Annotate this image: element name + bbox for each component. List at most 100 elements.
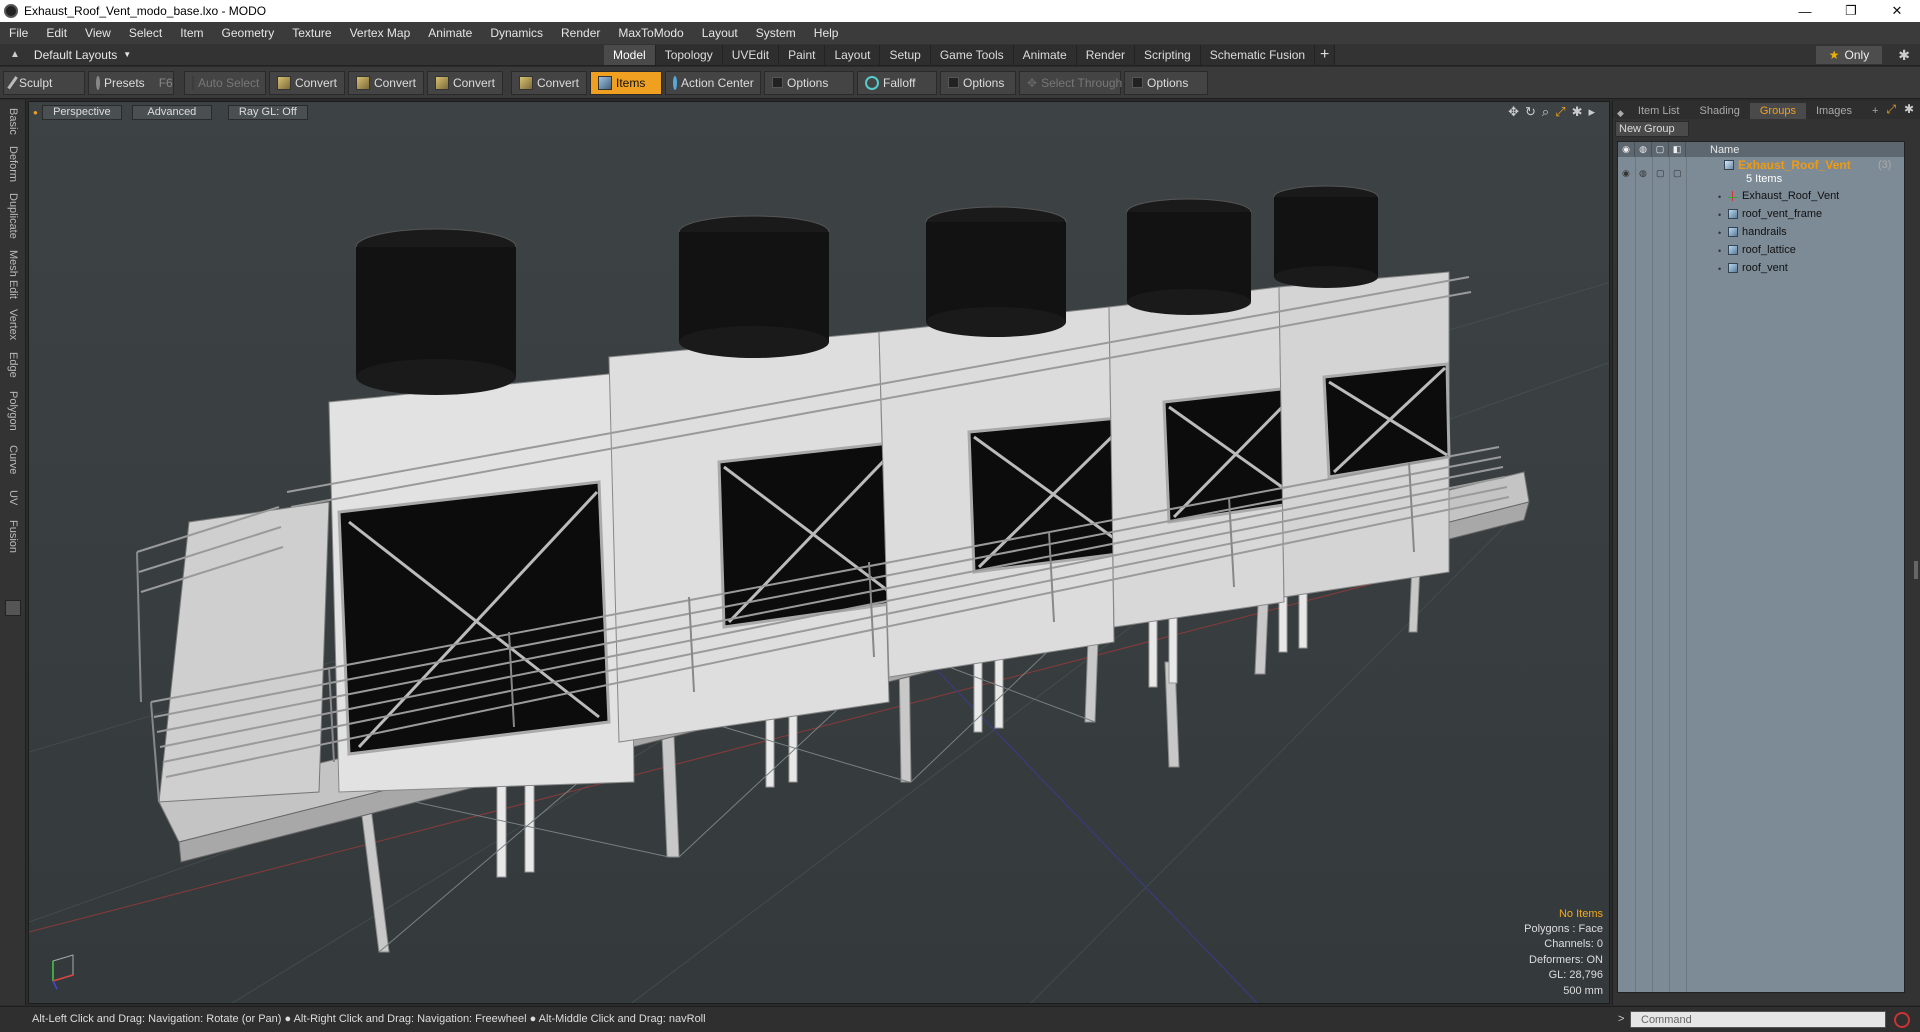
move-view-icon[interactable]: ✥ (1508, 104, 1519, 120)
auto-select-button[interactable]: Auto Select (184, 70, 266, 95)
menu-select[interactable]: Select (120, 26, 171, 40)
viewport-settings-icon[interactable]: ✱ (1572, 104, 1583, 120)
action-center-options-button[interactable]: Options (764, 70, 854, 95)
only-button[interactable]: ★ Only (1816, 46, 1882, 64)
visibility-column-icon[interactable]: ◉ (1618, 142, 1635, 157)
viewport-3d[interactable]: ● Perspective Advanced Ray GL: Off ✥ ↻ ⌕… (28, 101, 1610, 1004)
vtab-mesh-edit[interactable]: Mesh Edit (4, 246, 22, 302)
tab-schematic-fusion[interactable]: Schematic Fusion (1200, 45, 1316, 65)
command-input[interactable]: Command (1630, 1011, 1886, 1028)
advanced-shading-button[interactable]: Advanced (131, 104, 212, 120)
group-lock-icon[interactable]: ▢ (1656, 168, 1665, 179)
menu-vertex-map[interactable]: Vertex Map (341, 26, 420, 40)
layout-collapse-icon[interactable]: ▲ (10, 49, 20, 60)
close-button[interactable]: ✕ (1874, 0, 1920, 22)
convert-edges-button[interactable]: Convert (348, 70, 424, 95)
add-panel-tab-button[interactable]: + (1862, 103, 1888, 119)
tab-uvedit[interactable]: UVEdit (722, 45, 780, 65)
menu-dynamics[interactable]: Dynamics (481, 26, 552, 40)
raygl-button[interactable]: Ray GL: Off (227, 104, 308, 120)
sculpt-button[interactable]: Sculpt (3, 70, 85, 95)
lock-column-icon[interactable]: ▢ (1652, 142, 1669, 157)
vtab-duplicate[interactable]: Duplicate (4, 190, 22, 242)
minimize-button[interactable]: — (1782, 0, 1828, 22)
name-column-header[interactable]: Name (1686, 144, 1739, 156)
view-mode-button[interactable]: Perspective (41, 104, 122, 120)
menu-layout[interactable]: Layout (693, 26, 747, 40)
maximize-button[interactable]: ❐ (1828, 0, 1874, 22)
tab-render[interactable]: Render (1076, 45, 1136, 65)
convert-vertices-button[interactable]: Convert (269, 70, 345, 95)
menu-animate[interactable]: Animate (419, 26, 481, 40)
group-child-row[interactable]: roof_vent (1728, 262, 1788, 274)
rotate-view-icon[interactable]: ↻ (1525, 104, 1536, 120)
group-select-icon[interactable]: ▢ (1673, 168, 1682, 179)
tab-setup[interactable]: Setup (880, 45, 931, 65)
group-child-row[interactable]: roof_vent_frame (1728, 208, 1822, 220)
group-child-row[interactable]: handrails (1728, 226, 1787, 238)
falloff-options-button[interactable]: Options (940, 70, 1016, 95)
tab-topology[interactable]: Topology (655, 45, 723, 65)
tab-game-tools[interactable]: Game Tools (930, 45, 1014, 65)
vtab-deform[interactable]: Deform (4, 142, 22, 186)
tab-animate[interactable]: Animate (1013, 45, 1077, 65)
tab-shading[interactable]: Shading (1690, 103, 1750, 119)
viewport-menu-icon[interactable]: ● (33, 108, 38, 117)
panel-expand-icon[interactable]: ⤢ (1886, 102, 1896, 117)
menu-geometry[interactable]: Geometry (213, 26, 284, 40)
group-visibility-icon[interactable]: ◉ (1622, 168, 1630, 179)
layout-selector[interactable]: Default Layouts ▼ (34, 48, 131, 62)
action-center-button[interactable]: Action Center (665, 70, 761, 95)
select-column-icon[interactable]: ◧ (1669, 142, 1686, 157)
select-through-options-button[interactable]: Options (1124, 70, 1208, 95)
panel-menu-icon[interactable]: ◆ (1613, 108, 1628, 119)
presets-button[interactable]: Presets F6 (88, 70, 174, 95)
new-group-button[interactable]: New Group (1615, 121, 1689, 137)
menu-maxtomodo[interactable]: MaxToModo (609, 26, 692, 40)
command-history-arrow[interactable]: > (1618, 1013, 1624, 1025)
menu-system[interactable]: System (747, 26, 805, 40)
items-mode-button[interactable]: Items (590, 70, 662, 95)
falloff-button[interactable]: Falloff (857, 70, 937, 95)
tab-layout[interactable]: Layout (825, 45, 881, 65)
menu-file[interactable]: File (0, 26, 37, 40)
tab-paint[interactable]: Paint (779, 45, 826, 65)
tab-groups[interactable]: Groups (1749, 103, 1806, 119)
tab-images[interactable]: Images (1806, 103, 1862, 119)
vtab-uv[interactable]: UV (4, 484, 22, 512)
tab-scripting[interactable]: Scripting (1135, 45, 1201, 65)
convert-items-button[interactable]: Convert (511, 70, 587, 95)
maximize-viewport-icon[interactable]: ⤢ (1555, 104, 1565, 120)
stop-icon[interactable] (1894, 1012, 1910, 1028)
group-render-icon[interactable]: ◍ (1639, 168, 1647, 179)
menu-help[interactable]: Help (805, 26, 848, 40)
vtab-fusion[interactable]: Fusion (4, 516, 22, 558)
zoom-icon[interactable]: ⌕ (1542, 104, 1549, 120)
menu-view[interactable]: View (76, 26, 120, 40)
vtab-polygon[interactable]: Polygon (4, 386, 22, 436)
menu-texture[interactable]: Texture (283, 26, 340, 40)
group-child-row[interactable]: roof_lattice (1728, 244, 1796, 256)
convert-polygons-button[interactable]: Convert (427, 70, 503, 95)
tab-item-list[interactable]: Item List (1628, 103, 1690, 119)
vtab-curve[interactable]: Curve (4, 440, 22, 480)
gear-icon[interactable]: ✱ (1898, 47, 1910, 64)
strip-toggle-button[interactable] (5, 600, 21, 616)
menu-item[interactable]: Item (171, 26, 212, 40)
tab-model[interactable]: Model (604, 45, 656, 65)
groups-list[interactable]: ◉ ◍ ▢ ◧ Name ◉ ◍ ▢ ▢ Exhaust_Roof_Vent (… (1617, 141, 1905, 993)
group-row[interactable]: ◉ ◍ ▢ ▢ Exhaust_Roof_Vent (3) 5 Items (1618, 158, 1904, 190)
vtab-basic[interactable]: Basic (4, 104, 22, 138)
panel-settings-icon[interactable]: ✱ (1904, 102, 1914, 117)
vtab-vertex[interactable]: Vertex (4, 306, 22, 344)
add-tab-button[interactable]: + (1315, 45, 1336, 65)
vtab-edge[interactable]: Edge (4, 348, 22, 382)
falloff-icon (865, 75, 879, 90)
panel-scrollbar[interactable] (1914, 561, 1918, 579)
group-child-row[interactable]: Exhaust_Roof_Vent (1728, 190, 1839, 202)
render-column-icon[interactable]: ◍ (1635, 142, 1652, 157)
viewport-expand-icon[interactable]: ▸ (1588, 104, 1595, 120)
select-through-button[interactable]: ✥ Select Through (1019, 70, 1122, 95)
menu-render[interactable]: Render (552, 26, 609, 40)
menu-edit[interactable]: Edit (37, 26, 76, 40)
